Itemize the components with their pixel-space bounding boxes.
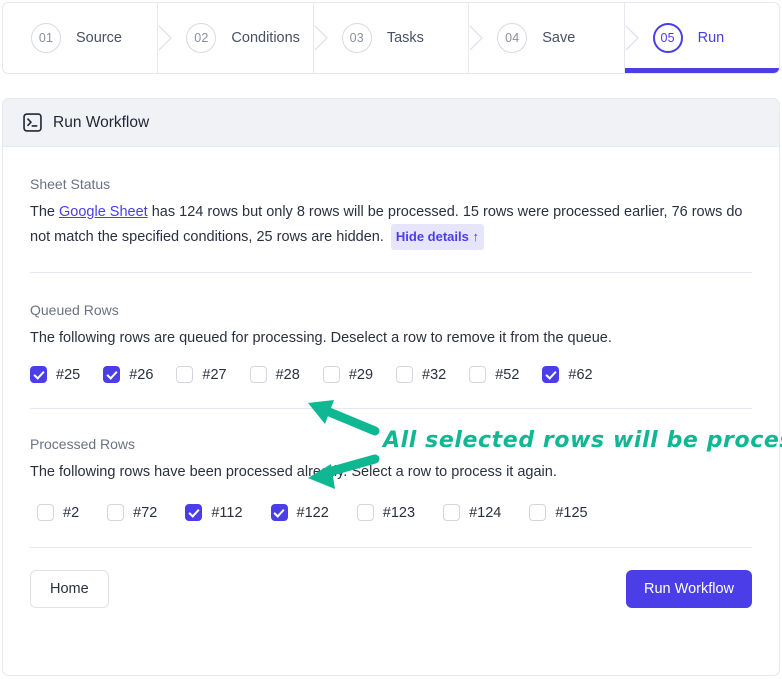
queued-rows-title: Queued Rows [30,302,119,318]
row-checkbox-123[interactable]: #123 [356,504,416,521]
step-label: Save [542,30,576,46]
row-label: #52 [495,366,520,383]
hide-details-toggle[interactable]: Hide details ↑ [390,224,484,250]
checkbox-unchecked-icon[interactable] [322,366,340,383]
row-label: #25 [56,366,81,383]
checkbox-checked-icon[interactable] [185,504,203,521]
row-label: #72 [133,504,158,521]
checkbox-checked-icon[interactable] [270,504,288,521]
step-label: Run [697,30,725,46]
row-checkbox-2[interactable]: #2 [37,504,79,521]
queued-rows-description: The following rows are queued for proces… [30,330,612,346]
row-checkbox-72[interactable]: #72 [107,504,157,521]
row-label: #32 [422,366,447,383]
card-body: Sheet Status The Google Sheet has 124 ro… [3,147,779,608]
processed-rows-description: The following rows have been processed a… [30,464,557,480]
card-footer: Home Run Workflow [30,570,752,608]
step-save[interactable]: 04 Save [468,3,639,73]
step-source[interactable]: 01 Source [3,3,173,73]
checkbox-unchecked-icon[interactable] [529,504,547,521]
row-label: #27 [202,366,227,383]
card-header: Run Workflow [3,99,779,147]
checkbox-unchecked-icon[interactable] [249,366,267,383]
row-checkbox-52[interactable]: #52 [469,366,519,383]
step-label: Conditions [231,30,300,46]
sheet-status-text: The Google Sheet has 124 rows but only 8… [30,201,752,250]
home-button[interactable]: Home [30,570,109,608]
card-title: Run Workflow [53,113,150,131]
row-checkbox-112[interactable]: #112 [185,504,243,521]
step-tasks[interactable]: 03 Tasks [312,3,484,73]
row-checkbox-125[interactable]: #125 [529,504,588,521]
checkbox-unchecked-icon[interactable] [37,504,54,521]
checkbox-unchecked-icon[interactable] [356,504,374,521]
row-checkbox-28[interactable]: #28 [249,366,300,383]
row-label: #124 [469,504,502,521]
checkbox-unchecked-icon[interactable] [443,504,461,521]
step-number: 05 [652,23,683,53]
step-number: 04 [497,23,528,53]
processed-rows-checkbox-row: #2 #72 #112 #122 #123 #124 #125 [30,504,752,521]
row-checkbox-29[interactable]: #29 [322,366,374,383]
row-label: #112 [211,504,243,521]
row-checkbox-62[interactable]: #62 [542,366,593,383]
row-label: #29 [348,366,374,383]
checkbox-unchecked-icon[interactable] [176,366,194,383]
step-conditions[interactable]: 02 Conditions [157,3,328,73]
step-label: Tasks [386,30,424,46]
sheet-status-text-before: The [30,204,60,220]
row-checkbox-25[interactable]: #25 [30,366,80,383]
checkbox-unchecked-icon[interactable] [469,366,487,383]
row-checkbox-32[interactable]: #32 [396,366,446,383]
row-label: #28 [275,366,300,383]
queued-rows-checkbox-row: #25 #26 #27 #28 #29 #32 #52 #62 [30,366,752,383]
sheet-status-title: Sheet Status [30,176,111,192]
google-sheet-link[interactable]: Google Sheet [59,204,148,220]
row-label: #2 [63,504,80,521]
run-workflow-button[interactable]: Run Workflow [626,570,752,608]
checkbox-checked-icon[interactable] [542,366,560,383]
step-number: 03 [341,23,372,53]
step-label: Source [76,30,122,46]
row-checkbox-124[interactable]: #124 [443,504,501,521]
checkbox-unchecked-icon[interactable] [107,504,125,521]
checkbox-checked-icon[interactable] [103,366,121,383]
row-label: #26 [129,366,154,383]
run-workflow-card: Run Workflow Sheet Status The Google She… [2,98,780,676]
row-checkbox-26[interactable]: #26 [103,366,153,383]
row-label: #123 [382,504,416,521]
step-number: 02 [186,23,217,53]
row-label: #122 [296,504,329,521]
step-number: 01 [31,23,61,53]
terminal-icon [23,113,42,132]
workflow-stepper: 01 Source 02 Conditions 03 Tasks 04 Save 05 Run [2,2,780,74]
row-label: #125 [555,504,588,521]
row-checkbox-27[interactable]: #27 [176,366,227,383]
checkbox-unchecked-icon[interactable] [396,366,414,383]
step-run[interactable]: 05 Run [623,3,779,73]
processed-rows-title: Processed Rows [30,436,136,452]
checkbox-checked-icon[interactable] [30,366,47,383]
row-checkbox-122[interactable]: #122 [270,504,329,521]
row-label: #62 [568,366,593,383]
